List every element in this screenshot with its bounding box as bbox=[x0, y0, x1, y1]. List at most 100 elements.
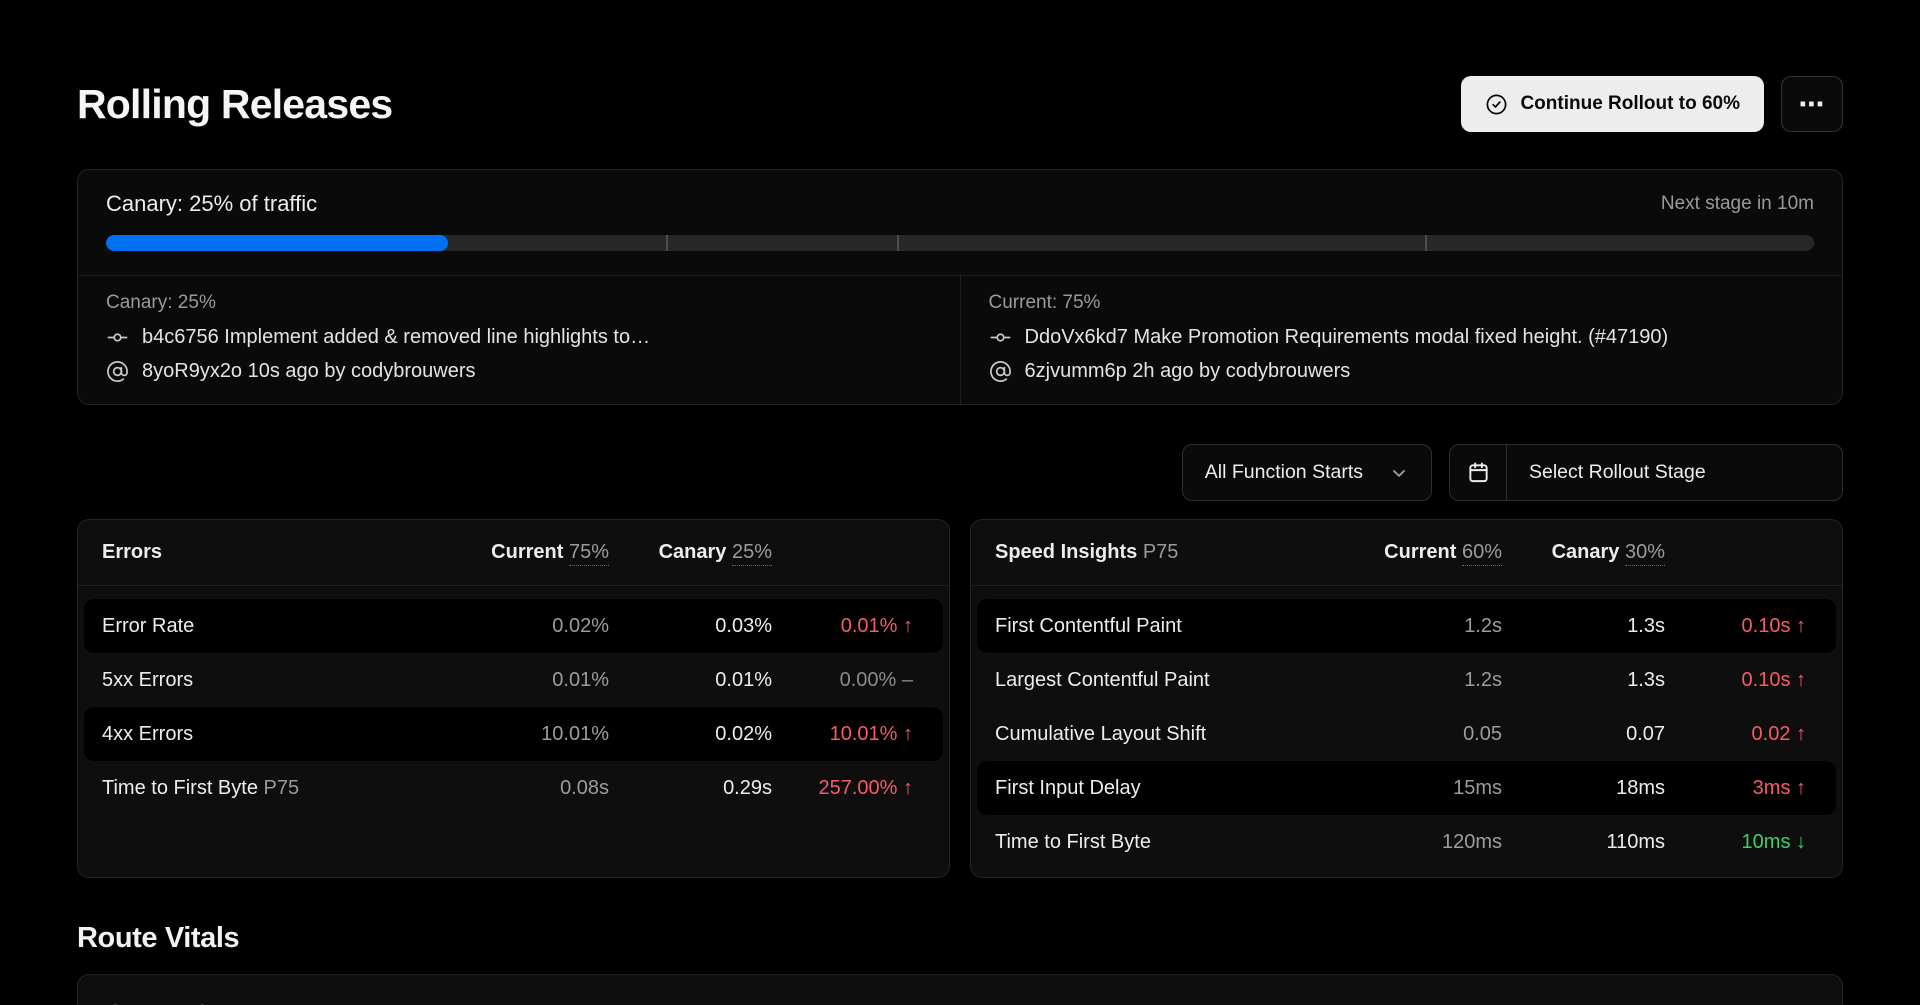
overflow-menu-button[interactable]: ⋯ bbox=[1781, 76, 1843, 132]
metric-label: Largest Contentful Paint bbox=[995, 669, 1362, 692]
metric-label: 5xx Errors bbox=[102, 669, 469, 692]
speed-canary-split: 30% bbox=[1625, 541, 1665, 566]
continue-rollout-button[interactable]: Continue Rollout to 60% bbox=[1461, 76, 1764, 132]
metric-delta: 10ms ↓ bbox=[1665, 831, 1806, 854]
metric-label: Error Rate bbox=[102, 615, 469, 638]
rollout-stage-picker[interactable]: Select Rollout Stage bbox=[1449, 444, 1843, 501]
route-vitals-title: Route Vitals bbox=[77, 922, 1843, 955]
metric-current-value: 0.02% bbox=[469, 615, 609, 638]
metric-current-value: 0.08s bbox=[469, 777, 609, 800]
canary-deployment-link[interactable]: 8yoR9yx2o 10s ago by codybrouwers bbox=[106, 358, 932, 384]
speed-current-label: Current bbox=[1384, 541, 1456, 563]
page-title: Rolling Releases bbox=[77, 81, 392, 128]
current-deployment-link[interactable]: 6zjvumm6p 2h ago by codybrouwers bbox=[989, 358, 1815, 384]
table-row: 5xx Errors 0.01% 0.01% 0.00% – bbox=[84, 653, 943, 707]
table-row: Largest Contentful Paint 1.2s 1.3s 0.10s… bbox=[977, 653, 1836, 707]
search-icon bbox=[104, 1002, 129, 1005]
metric-canary-value: 1.3s bbox=[1502, 669, 1665, 692]
canary-commit-text: b4c6756 Implement added & removed line h… bbox=[142, 324, 650, 350]
git-commit-icon bbox=[989, 326, 1012, 349]
header-actions: Continue Rollout to 60% ⋯ bbox=[1461, 76, 1843, 132]
current-deployment-panel: Current: 75% DdoVx6kd7 Make Promotion Re… bbox=[961, 276, 1843, 404]
metric-delta: 257.00% ↑ bbox=[772, 777, 913, 800]
table-row: Cumulative Layout Shift 0.05 0.07 0.02 ↑ bbox=[977, 707, 1836, 761]
function-starts-label: All Function Starts bbox=[1205, 461, 1363, 484]
deployment-at-icon bbox=[989, 360, 1012, 383]
table-row: First Contentful Paint 1.2s 1.3s 0.10s ↑ bbox=[977, 599, 1836, 653]
rollout-progress-fill bbox=[106, 235, 448, 251]
metric-delta: 0.01% ↑ bbox=[772, 615, 913, 638]
errors-table: Errors Current 75% Canary 25% Error Rate… bbox=[77, 519, 950, 878]
rollout-stage-label: Select Rollout Stage bbox=[1507, 461, 1706, 484]
speed-insights-title: Speed Insights bbox=[995, 541, 1137, 563]
metric-canary-value: 18ms bbox=[1502, 777, 1665, 800]
table-row: Time to First Byte 120ms 110ms 10ms ↓ bbox=[977, 815, 1836, 869]
speed-canary-label: Canary bbox=[1552, 541, 1620, 563]
table-row: First Input Delay 15ms 18ms 3ms ↑ bbox=[977, 761, 1836, 815]
metric-label-suffix: P75 bbox=[264, 777, 300, 799]
speed-insights-table: Speed Insights P75 Current 60% Canary 30… bbox=[970, 519, 1843, 878]
metric-canary-value: 1.3s bbox=[1502, 615, 1665, 638]
errors-canary-label: Canary bbox=[659, 541, 727, 563]
table-row: 4xx Errors 10.01% 0.02% 10.01% ↑ bbox=[84, 707, 943, 761]
progress-stage-divider bbox=[897, 235, 899, 251]
canary-deployment-text: 8yoR9yx2o 10s ago by codybrouwers bbox=[142, 358, 476, 384]
table-row: Error Rate 0.02% 0.03% 0.01% ↑ bbox=[84, 599, 943, 653]
current-commit-text: DdoVx6kd7 Make Promotion Requirements mo… bbox=[1025, 324, 1669, 350]
current-deployment-text: 6zjvumm6p 2h ago by codybrouwers bbox=[1025, 358, 1351, 384]
progress-stage-divider bbox=[1425, 235, 1427, 251]
current-commit-link[interactable]: DdoVx6kd7 Make Promotion Requirements mo… bbox=[989, 324, 1815, 350]
metric-current-value: 1.2s bbox=[1362, 669, 1502, 692]
metric-label: First Input Delay bbox=[995, 777, 1362, 800]
chevron-down-icon bbox=[1389, 463, 1409, 483]
canary-percent-label: Canary: 25% bbox=[106, 291, 932, 315]
canary-commit-link[interactable]: b4c6756 Implement added & removed line h… bbox=[106, 324, 932, 350]
metric-current-value: 0.05 bbox=[1362, 723, 1502, 746]
next-stage-timer: Next stage in 10m bbox=[1661, 193, 1814, 215]
current-percent-label: Current: 75% bbox=[989, 291, 1815, 315]
git-commit-icon bbox=[106, 326, 129, 349]
errors-table-header: Errors Current 75% Canary 25% bbox=[78, 520, 949, 586]
metric-delta: 0.02 ↑ bbox=[1665, 723, 1806, 746]
metric-current-value: 1.2s bbox=[1362, 615, 1502, 638]
canary-traffic-title: Canary: 25% of traffic bbox=[106, 191, 317, 217]
metric-canary-value: 0.07 bbox=[1502, 723, 1665, 746]
metric-delta: 3ms ↑ bbox=[1665, 777, 1806, 800]
metric-canary-value: 0.29s bbox=[609, 777, 772, 800]
table-row: Time to First Byte P75 0.08s 0.29s 257.0… bbox=[84, 761, 943, 815]
speed-insights-table-header: Speed Insights P75 Current 60% Canary 30… bbox=[971, 520, 1842, 586]
function-starts-dropdown[interactable]: All Function Starts bbox=[1182, 444, 1432, 501]
metric-current-value: 15ms bbox=[1362, 777, 1502, 800]
metric-canary-value: 0.01% bbox=[609, 669, 772, 692]
metric-delta: 0.00% – bbox=[772, 669, 913, 692]
metric-canary-value: 110ms bbox=[1502, 831, 1665, 854]
speed-current-split: 60% bbox=[1462, 541, 1502, 566]
check-circle-icon bbox=[1485, 93, 1508, 116]
calendar-icon bbox=[1450, 445, 1507, 500]
metric-delta: 0.10s ↑ bbox=[1665, 669, 1806, 692]
metric-delta: 0.10s ↑ bbox=[1665, 615, 1806, 638]
errors-current-label: Current bbox=[491, 541, 563, 563]
metric-label: Time to First Byte bbox=[995, 831, 1362, 854]
filter-row: All Function Starts Select Rollout Stage bbox=[77, 444, 1843, 501]
metric-label: Cumulative Layout Shift bbox=[995, 723, 1362, 746]
metric-canary-value: 0.03% bbox=[609, 615, 772, 638]
rollout-status-card: Canary: 25% of traffic Next stage in 10m… bbox=[77, 169, 1843, 405]
metric-current-value: 120ms bbox=[1362, 831, 1502, 854]
rollout-progress-bar bbox=[106, 235, 1814, 251]
speed-insights-title-suffix: P75 bbox=[1143, 541, 1179, 563]
metric-delta: 10.01% ↑ bbox=[772, 723, 913, 746]
page-header: Rolling Releases Continue Rollout to 60%… bbox=[77, 76, 1843, 132]
progress-stage-divider bbox=[666, 235, 668, 251]
metric-current-value: 10.01% bbox=[469, 723, 609, 746]
route-search-bar bbox=[77, 974, 1843, 1005]
metric-label: Time to First Byte bbox=[102, 777, 258, 799]
metric-label: First Contentful Paint bbox=[995, 615, 1362, 638]
metric-current-value: 0.01% bbox=[469, 669, 609, 692]
canary-deployment-panel: Canary: 25% b4c6756 Implement added & re… bbox=[78, 276, 960, 404]
deployment-at-icon bbox=[106, 360, 129, 383]
continue-rollout-label: Continue Rollout to 60% bbox=[1520, 93, 1740, 115]
metric-canary-value: 0.02% bbox=[609, 723, 772, 746]
metric-label: 4xx Errors bbox=[102, 723, 469, 746]
errors-current-split: 75% bbox=[569, 541, 609, 566]
